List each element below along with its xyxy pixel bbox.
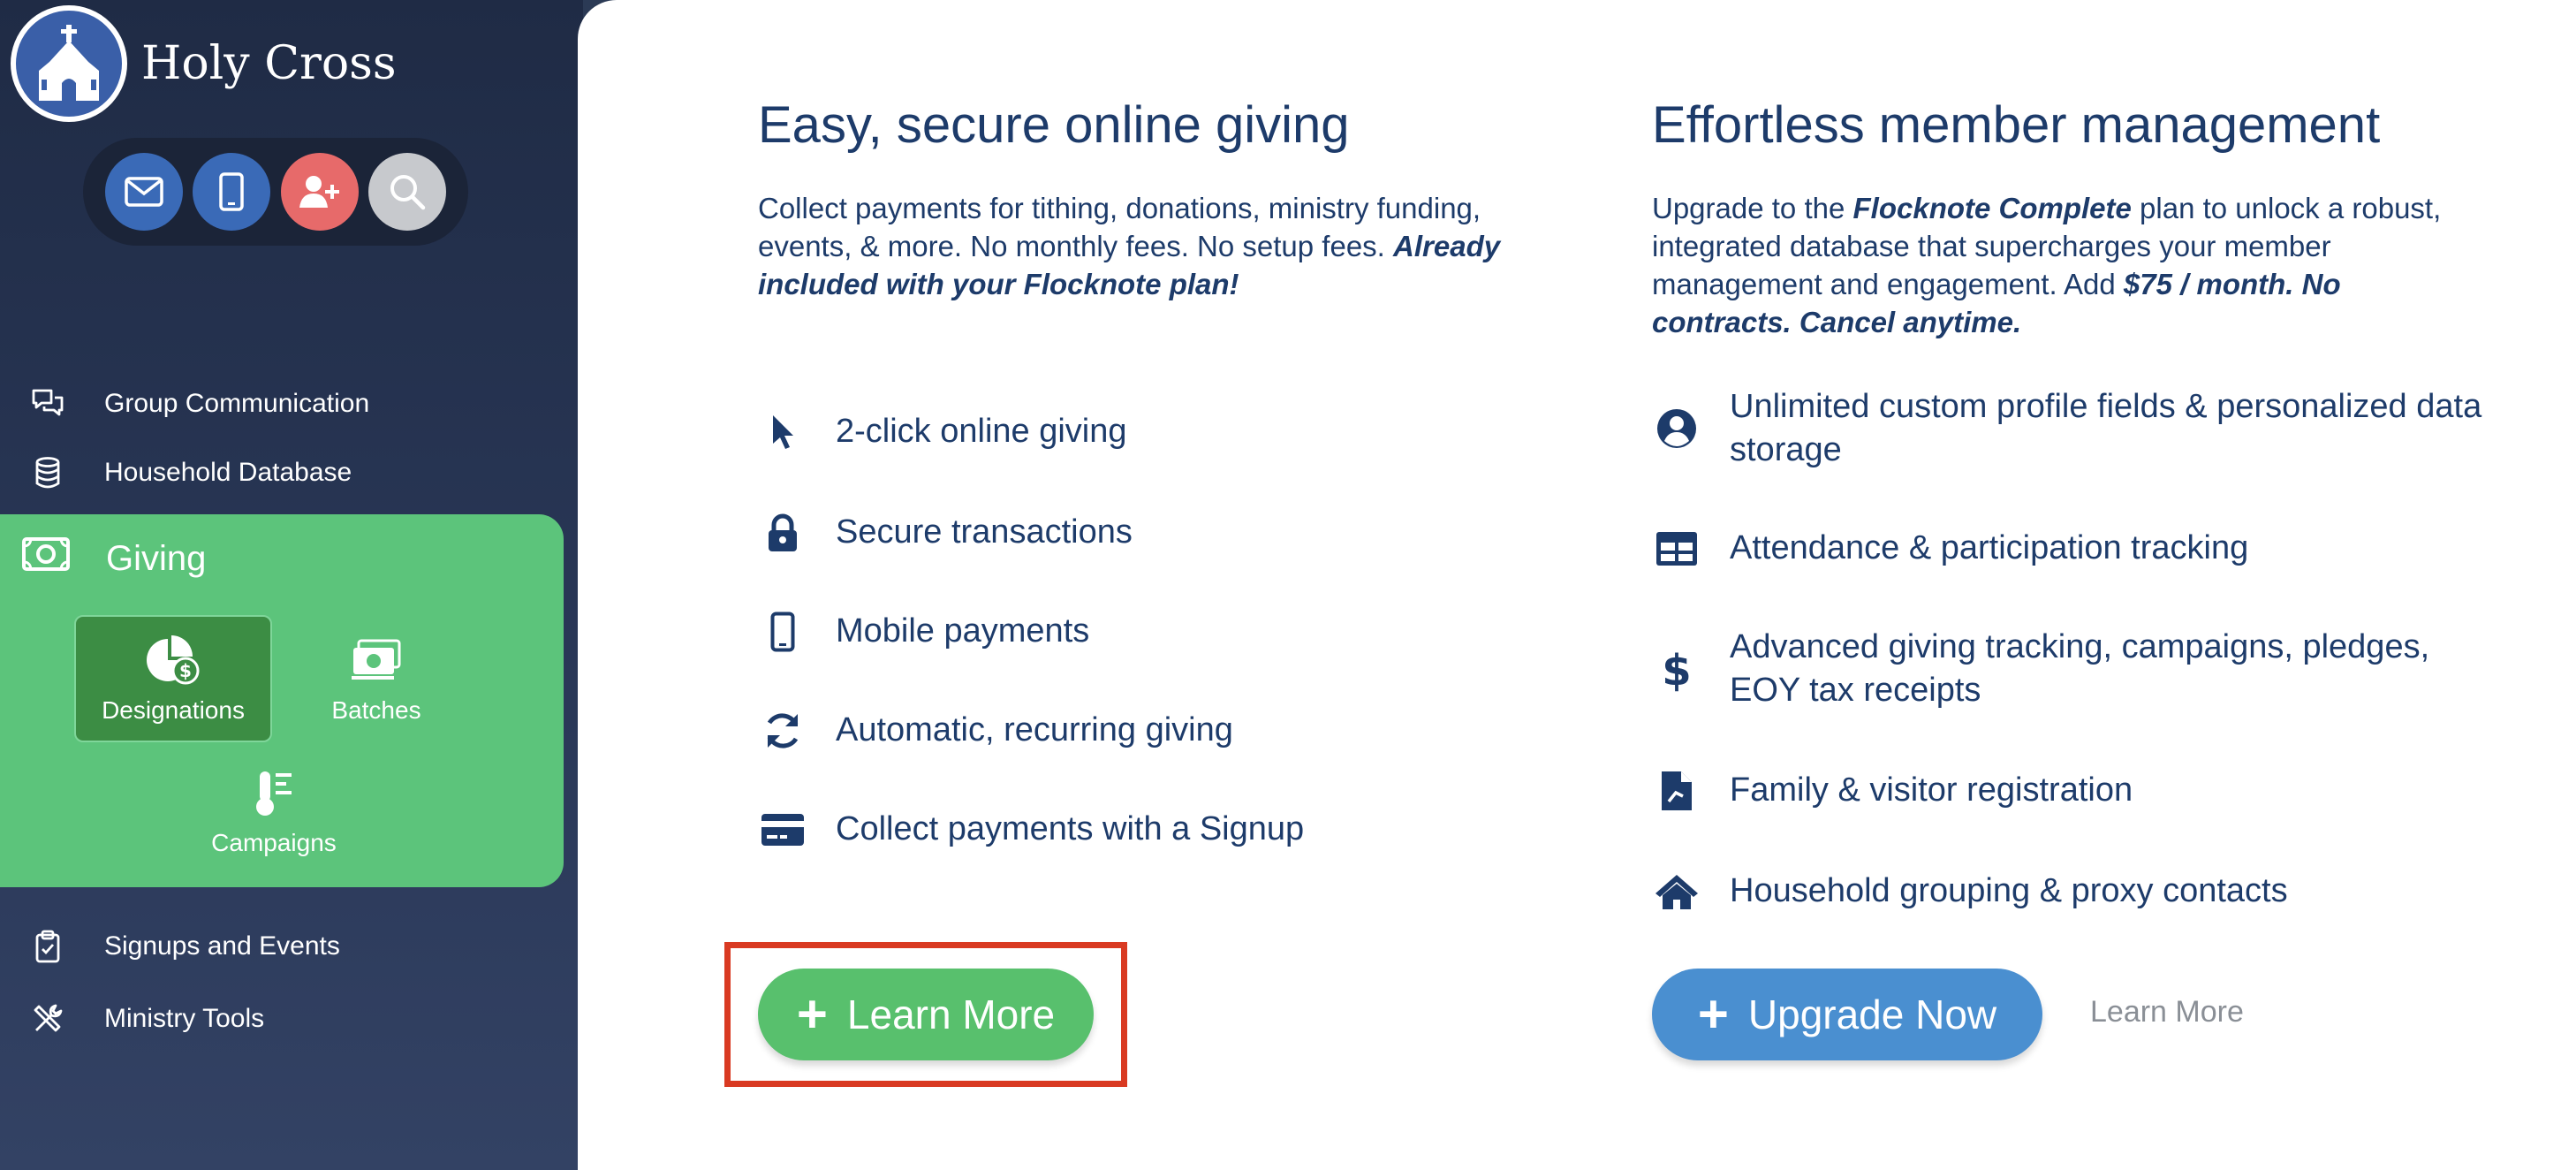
giving-sub-campaigns[interactable]: Campaigns (175, 748, 373, 875)
upgrade-now-button[interactable]: + Upgrade Now (1652, 969, 2042, 1060)
nav-label: Giving (106, 538, 207, 578)
sub-tile-label: Designations (102, 696, 245, 724)
nav-item-giving[interactable]: Giving (21, 536, 206, 581)
section-intro: Upgrade to the Flocknote Complete plan t… (1652, 189, 2482, 341)
feature-text: Unlimited custom profile fields & person… (1730, 388, 2482, 468)
mobile-icon (219, 172, 245, 211)
section-intro: Collect payments for tithing, donations,… (758, 189, 1535, 303)
mobile-icon (758, 612, 807, 652)
home-icon (1652, 872, 1701, 911)
brand[interactable]: Holy Cross (11, 5, 397, 122)
feature-item: Collect payments with a Signup (758, 808, 1304, 851)
nav-item-signups-events[interactable]: Signups and Events (0, 915, 583, 977)
add-person-button[interactable] (280, 153, 359, 231)
mobile-button[interactable] (193, 153, 271, 231)
learn-more-button[interactable]: + Learn More (758, 969, 1094, 1060)
thermometer-icon (253, 765, 295, 820)
nav-item-group-communication[interactable]: Group Communication (0, 373, 583, 435)
plus-icon: + (796, 984, 828, 1044)
giving-sub-designations[interactable]: $ Designations (74, 615, 272, 742)
nav-label: Group Communication (104, 389, 370, 418)
intro-text: Upgrade to the (1652, 192, 1853, 224)
nav-label: Household Database (104, 458, 352, 487)
sub-tile-label: Batches (331, 696, 421, 724)
button-label: Upgrade Now (1747, 991, 1997, 1037)
sub-tile-label: Campaigns (211, 829, 337, 856)
nav-label: Ministry Tools (104, 1004, 265, 1033)
feature-text: Mobile payments (836, 612, 1090, 650)
sidebar: Holy Cross Group Communication Household… (0, 0, 583, 1170)
plus-icon: + (1697, 984, 1729, 1044)
feature-item: Attendance & participation tracking (1652, 527, 2248, 570)
database-icon (21, 457, 74, 489)
church-logo-icon (11, 5, 127, 122)
cursor-icon (758, 414, 807, 451)
tools-icon (21, 1003, 74, 1035)
mail-button[interactable] (105, 153, 184, 231)
feature-item: Secure transactions (758, 511, 1133, 554)
feature-item: $ Advanced giving tracking, campaigns, p… (1652, 626, 2482, 712)
feature-item: Automatic, recurring giving (758, 709, 1233, 752)
credit-card-icon (758, 813, 807, 847)
section-title: Effortless member management (1652, 96, 2381, 154)
nav-label: Signups and Events (104, 931, 340, 961)
feature-text: Family & visitor registration (1730, 771, 2133, 809)
feature-text: Household grouping & proxy contacts (1730, 872, 2288, 909)
money-stack-icon (350, 633, 403, 688)
main-content: Easy, secure online giving Collect payme… (578, 0, 2576, 1170)
button-label: Learn More (846, 991, 1056, 1037)
intro-text: Collect payments for tithing, donations,… (758, 192, 1481, 262)
quick-action-bar (83, 138, 468, 246)
feature-item: Household grouping & proxy contacts (1652, 870, 2288, 913)
search-button[interactable] (367, 153, 446, 231)
feature-text: Collect payments with a Signup (836, 810, 1305, 847)
giving-panel: Giving $ Designations Batches Campaigns (0, 514, 564, 887)
mail-icon (125, 177, 163, 207)
table-icon (1652, 531, 1701, 566)
user-circle-icon (1652, 407, 1701, 450)
file-signature-icon (1652, 770, 1701, 812)
plan-name: Flocknote Complete (1852, 192, 2132, 224)
feature-text: Attendance & participation tracking (1730, 529, 2249, 566)
svg-text:$: $ (1663, 646, 1691, 692)
dollar-icon: $ (1652, 646, 1701, 692)
pie-dollar-icon: $ (145, 633, 201, 688)
clipboard-icon (21, 930, 74, 963)
giving-sub-batches[interactable]: Batches (277, 615, 475, 742)
feature-text: Automatic, recurring giving (836, 711, 1233, 748)
svg-text:$: $ (179, 660, 192, 681)
feature-item: Mobile payments (758, 610, 1089, 653)
nav-item-household-database[interactable]: Household Database (0, 442, 583, 504)
feature-item: Unlimited custom profile fields & person… (1652, 385, 2482, 472)
feature-item: 2-click online giving (758, 410, 1127, 453)
refresh-icon (758, 710, 807, 751)
money-icon (21, 536, 71, 581)
feature-item: Family & visitor registration (1652, 769, 2133, 812)
lock-icon (758, 513, 807, 552)
brand-name: Holy Cross (141, 37, 397, 90)
chat-bubbles-icon (21, 388, 74, 420)
add-person-icon (299, 176, 339, 208)
nav-item-ministry-tools[interactable]: Ministry Tools (0, 988, 583, 1050)
feature-text: 2-click online giving (836, 413, 1127, 450)
learn-more-link[interactable]: Learn More (2090, 995, 2244, 1029)
feature-text: Secure transactions (836, 513, 1133, 551)
feature-text: Advanced giving tracking, campaigns, ple… (1730, 628, 2430, 709)
search-icon (390, 175, 425, 210)
section-title: Easy, secure online giving (758, 96, 1350, 154)
